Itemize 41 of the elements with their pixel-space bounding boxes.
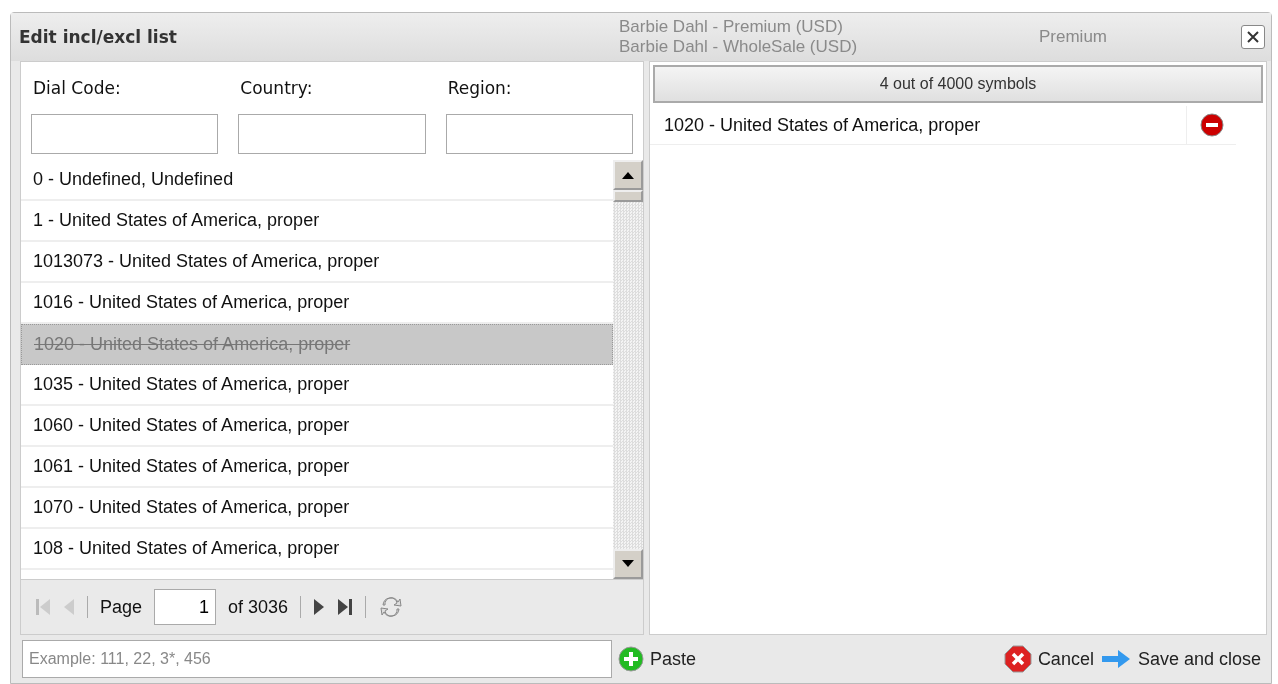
close-icon bbox=[1246, 30, 1260, 44]
background-text: Barbie Dahl - Premium (USD) bbox=[619, 17, 844, 37]
right-triangle-icon bbox=[313, 597, 326, 617]
first-page-icon bbox=[35, 597, 51, 617]
cancel-button[interactable]: Cancel bbox=[1003, 645, 1094, 673]
filter-input[interactable] bbox=[238, 114, 426, 154]
refresh-button[interactable] bbox=[378, 594, 405, 620]
up-arrow-icon bbox=[622, 171, 634, 179]
filter-label: Dial Code: bbox=[32, 77, 122, 100]
first-page-button[interactable] bbox=[35, 597, 51, 617]
filter-label: Country: bbox=[239, 77, 314, 100]
filter-input[interactable] bbox=[445, 114, 633, 154]
last-page-button[interactable] bbox=[337, 597, 354, 617]
page-number-input[interactable]: 1 bbox=[154, 589, 217, 625]
window-title: Edit incl/excl list bbox=[19, 27, 178, 47]
close-button[interactable] bbox=[1241, 25, 1265, 49]
scroll-thumb[interactable] bbox=[613, 190, 643, 202]
filter-label: Region: bbox=[446, 77, 513, 100]
symbols-input[interactable]: Example: 111, 22, 3*, 456 bbox=[22, 640, 612, 678]
right-arrow-icon bbox=[1099, 648, 1132, 670]
next-page-button[interactable] bbox=[313, 597, 326, 617]
filter-input[interactable] bbox=[31, 114, 219, 154]
plus-icon bbox=[618, 646, 644, 672]
paste-button[interactable]: Paste bbox=[618, 646, 697, 672]
selection-count-header: 4 out of 4000 symbols bbox=[653, 65, 1263, 103]
scroll-down-button[interactable] bbox=[613, 549, 643, 579]
selected-item: 1020 - United States of America, proper bbox=[664, 114, 982, 136]
background-text: Premium bbox=[1039, 27, 1107, 46]
save-and-close-button[interactable]: Save and close bbox=[1099, 648, 1261, 670]
previous-page-button[interactable] bbox=[63, 597, 75, 617]
background-text: Barbie Dahl - WholeSale (USD) bbox=[619, 37, 859, 57]
page-count: of 3036 bbox=[228, 596, 289, 618]
refresh-icon bbox=[378, 594, 405, 620]
left-triangle-icon bbox=[63, 597, 75, 617]
scrollbar[interactable] bbox=[613, 160, 643, 579]
page-label: Page bbox=[100, 596, 143, 618]
remove-icon bbox=[1199, 113, 1224, 137]
down-arrow-icon bbox=[622, 560, 634, 568]
cancel-icon bbox=[1003, 645, 1032, 673]
scroll-up-button[interactable] bbox=[613, 160, 643, 190]
last-page-icon bbox=[337, 597, 354, 617]
